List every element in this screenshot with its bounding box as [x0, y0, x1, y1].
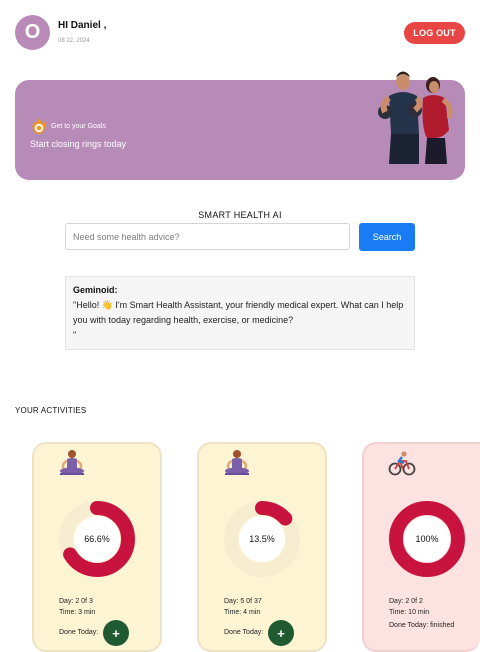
done-today-label: Done Today: [224, 629, 264, 636]
progress-label: 66.6% [84, 534, 110, 544]
avatar[interactable]: O [15, 15, 50, 50]
time-stat: Time: 3 min [59, 609, 96, 616]
banner-subtitle: Start closing rings today [30, 139, 127, 149]
athletes-illustration [378, 71, 453, 164]
ai-response-tail: " [73, 330, 77, 340]
ai-response-title: Geminoid: [73, 285, 118, 295]
flame-medal-icon [32, 118, 46, 134]
goals-banner: Get to your Goals Start closing rings to… [15, 71, 465, 180]
goal-label: Get to your Goals [51, 122, 106, 130]
ai-response-box: Geminoid: "Hello! 👋 I'm Smart Health Ass… [65, 276, 415, 350]
cycling-icon [388, 451, 416, 476]
activities-title: YOUR ACTIVITIES [15, 406, 87, 415]
activity-card-cycling[interactable]: 100% Day: 2 0f 2 Time: 10 min Done Today… [362, 442, 480, 652]
day-stat: Day: 5 0f 37 [224, 598, 262, 605]
logout-button[interactable]: LOG OUT [404, 22, 465, 44]
activity-card-meditation-1[interactable]: 66.6% Day: 2 0f 3 Time: 3 min Done Today… [32, 442, 162, 652]
search-button[interactable]: Search [359, 223, 415, 251]
time-stat: Time: 10 min [389, 609, 430, 616]
goal-row: Get to your Goals [31, 117, 106, 135]
date-text: 08 22, 2024 [58, 38, 90, 44]
ai-section-title: SMART HEALTH AI [198, 210, 282, 220]
progress-label: 100% [415, 534, 439, 544]
done-today-label: Done Today: [59, 629, 99, 636]
progress-label: 13.5% [249, 534, 275, 544]
activity-card-meditation-2[interactable]: 13.5% Day: 5 0f 37 Time: 4 min Done Toda… [197, 442, 327, 652]
add-session-button[interactable]: + [103, 620, 129, 646]
day-stat: Day: 2 0f 2 [389, 598, 423, 605]
day-stat: Day: 2 0f 3 [59, 598, 93, 605]
done-today-label: Done Today: finished [389, 622, 455, 629]
meditation-icon [225, 450, 249, 475]
time-stat: Time: 4 min [224, 609, 261, 616]
ai-response-text: "Hello! 👋 I'm Smart Health Assistant, yo… [73, 300, 404, 325]
meditation-icon [60, 450, 84, 475]
add-session-button[interactable]: + [268, 620, 294, 646]
health-search-input[interactable] [65, 223, 350, 250]
greeting-text: HI Daniel , [58, 20, 107, 31]
